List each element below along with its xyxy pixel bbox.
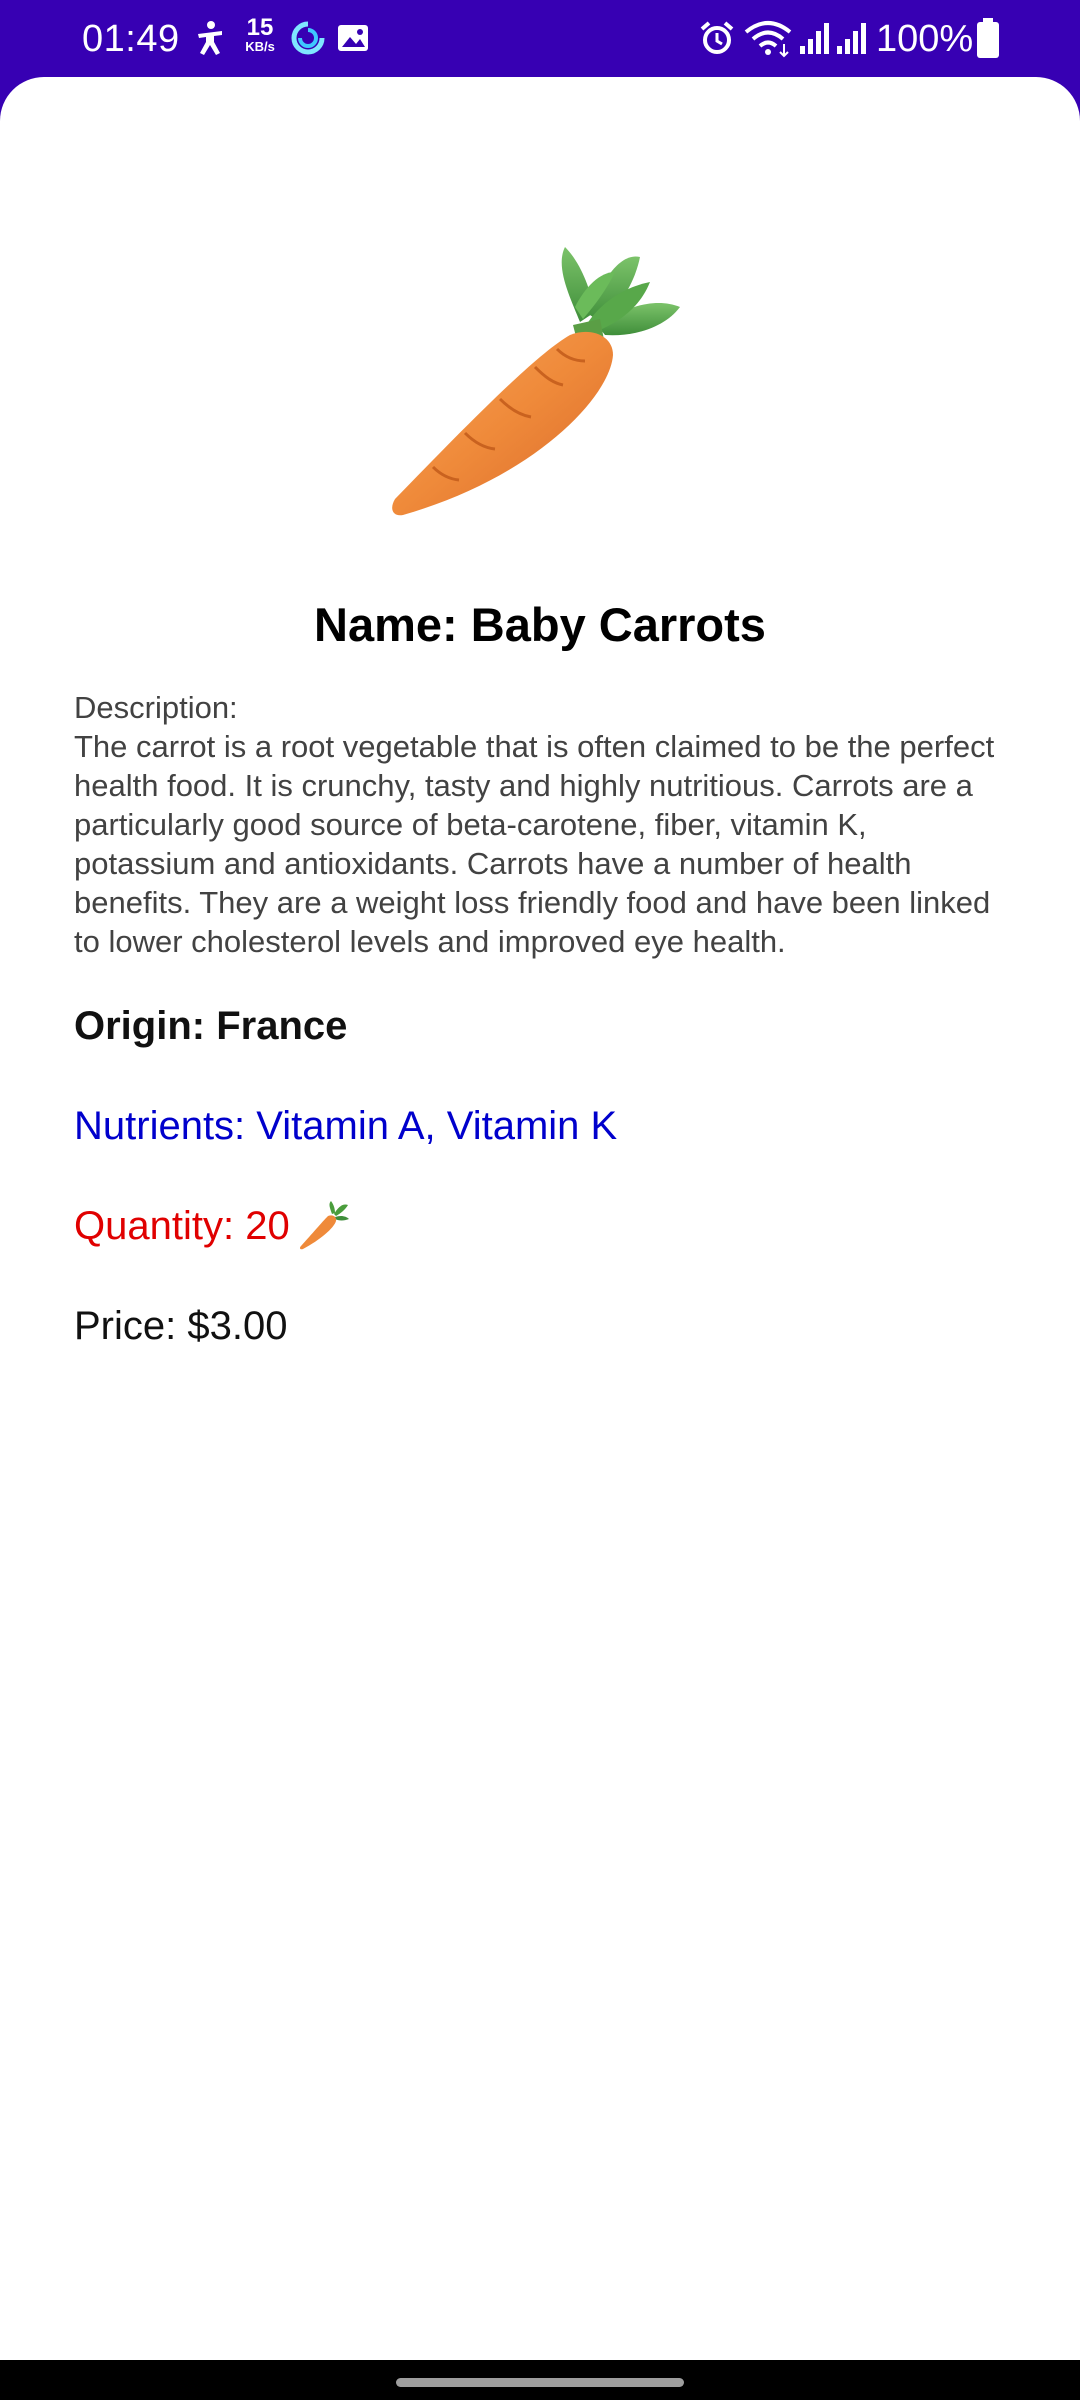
navigation-bar [0, 2360, 1080, 2400]
alarm-icon [700, 21, 734, 54]
data-saver-icon [291, 21, 325, 55]
price-value: $3.00 [187, 1304, 288, 1348]
product-name-label: Name: [314, 598, 458, 651]
gallery-icon [338, 25, 368, 51]
origin-value: France [216, 1004, 348, 1048]
product-info: Description: The carrot is a root vegeta… [74, 688, 1014, 1353]
battery-icon [977, 18, 999, 58]
battery-percent: 100% [876, 18, 974, 60]
product-name-value: Baby Carrots [470, 598, 766, 651]
home-gesture-handle[interactable] [396, 2378, 684, 2387]
wifi-icon [744, 21, 792, 58]
nutrients-label: Nutrients: [74, 1104, 246, 1148]
network-speed-value: 15 [246, 14, 274, 41]
product-detail-card: Name: Baby Carrots Description: The carr… [0, 77, 1080, 2360]
description-label: Description: [74, 690, 238, 725]
accessibility-icon [198, 21, 222, 55]
nutrients-value: Vitamin A, Vitamin K [256, 1104, 618, 1148]
origin-label: Origin: [74, 1004, 206, 1048]
quantity-row: Quantity: 20 [74, 1199, 1014, 1253]
carrot-icon [392, 247, 680, 516]
status-bar: 01:49 15 KB/s 100% [0, 0, 1080, 77]
nutrients-row: Nutrients: Vitamin A, Vitamin K [74, 1099, 1014, 1153]
signal-icon [837, 23, 866, 54]
product-name: Name: Baby Carrots [0, 597, 1080, 653]
status-time: 01:49 [82, 18, 180, 60]
price-label: Price: [74, 1304, 177, 1348]
network-speed-unit: KB/s [245, 39, 275, 54]
price-row: Price: $3.00 [74, 1299, 1014, 1353]
signal-icon [800, 23, 829, 54]
quantity-label: Quantity: [74, 1204, 235, 1248]
quantity-value: 20 [245, 1204, 290, 1248]
origin-row: Origin: France [74, 999, 1014, 1053]
screen: 01:49 15 KB/s 100% Name: Baby Carrots De… [0, 0, 1080, 2400]
network-speed: 15 KB/s [238, 16, 282, 54]
carrot-icon [299, 1201, 349, 1250]
description-text: The carrot is a root vegetable that is o… [74, 729, 995, 959]
